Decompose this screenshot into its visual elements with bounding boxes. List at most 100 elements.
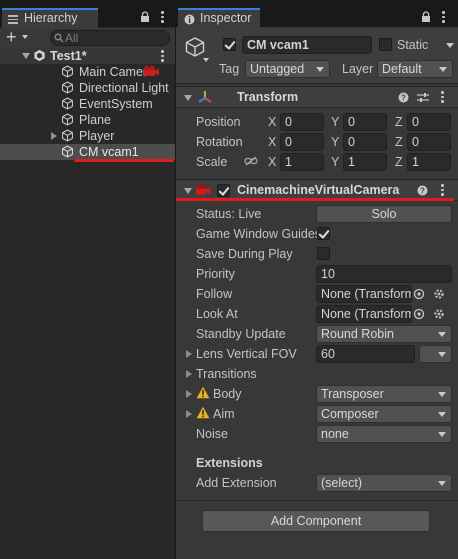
position-x-field[interactable]: 0: [280, 113, 324, 131]
extensions-heading: Extensions: [196, 456, 263, 470]
layer-dropdown[interactable]: Default: [377, 60, 453, 78]
axis-z-label[interactable]: Z: [395, 114, 403, 130]
search-icon: [54, 33, 64, 43]
transform-fold-icon[interactable]: [184, 95, 192, 101]
icon-dropdown-arrow-icon[interactable]: [203, 58, 209, 62]
hierarchy-item-main-camera[interactable]: Main Camera: [0, 64, 176, 80]
lock-icon[interactable]: [140, 11, 150, 23]
transform-icon: [198, 91, 212, 103]
hierarchy-item-eventsystem[interactable]: EventSystem: [0, 96, 176, 112]
follow-field[interactable]: None (Transform): [316, 285, 412, 303]
vcam-fold-icon[interactable]: [184, 188, 192, 194]
save-during-play-checkbox[interactable]: [317, 247, 330, 260]
object-picker-icon[interactable]: [413, 288, 425, 300]
gear-icon[interactable]: [433, 288, 445, 300]
lock-icon[interactable]: [421, 11, 431, 23]
chevron-down-icon: [438, 332, 446, 337]
aim-expand-icon[interactable]: [186, 410, 192, 418]
transitions-expand-icon[interactable]: [186, 370, 192, 378]
lens-expand-icon[interactable]: [186, 350, 192, 358]
inspector-menu-icon[interactable]: [441, 11, 445, 23]
lens-preset-dropdown[interactable]: [419, 345, 452, 363]
body-value: Transposer: [321, 387, 384, 401]
hierarchy-item-player[interactable]: Player: [0, 128, 176, 144]
vcam-enabled-checkbox[interactable]: [217, 184, 230, 197]
solo-button[interactable]: Solo: [316, 205, 452, 223]
axis-y-label[interactable]: Y: [331, 114, 339, 130]
expand-arrow-icon[interactable]: [51, 132, 57, 140]
gear-icon[interactable]: [433, 308, 445, 320]
noise-dropdown[interactable]: none: [316, 425, 452, 443]
scale-y-field[interactable]: 1: [343, 153, 387, 171]
rotation-label: Rotation: [196, 135, 243, 149]
axis-z-label[interactable]: Z: [395, 134, 403, 150]
help-icon[interactable]: ?: [417, 185, 428, 196]
lookat-field[interactable]: None (Transform): [316, 305, 412, 323]
position-z-field[interactable]: 0: [407, 113, 451, 131]
hierarchy-item-cm-vcam1[interactable]: CM vcam1: [0, 144, 176, 160]
game-window-guides-checkbox[interactable]: [317, 227, 330, 240]
add-extension-value: (select): [321, 476, 362, 490]
scale-z-field[interactable]: 1: [407, 153, 451, 171]
add-dropdown-arrow-icon[interactable]: [22, 35, 28, 39]
lens-vfov-label: Lens Vertical FOV: [196, 347, 297, 361]
body-label: Body: [213, 387, 242, 401]
body-expand-icon[interactable]: [186, 390, 192, 398]
standby-update-dropdown[interactable]: Round Robin: [316, 325, 452, 343]
inspector-tab[interactable]: Inspector: [178, 8, 260, 28]
hierarchy-item-label: Main Camera: [79, 65, 149, 79]
scene-menu-icon[interactable]: [160, 50, 164, 62]
axis-x-label[interactable]: X: [268, 154, 276, 170]
scene-row[interactable]: Test1*: [0, 48, 176, 64]
hierarchy-tab[interactable]: Hierarchy: [2, 8, 98, 28]
vcam-menu-icon[interactable]: [440, 184, 444, 196]
vcam-title: CinemachineVirtualCamera: [237, 183, 400, 197]
position-y-field[interactable]: 0: [343, 113, 387, 131]
aim-dropdown[interactable]: Composer: [316, 405, 452, 423]
hierarchy-menu-icon[interactable]: [160, 11, 164, 23]
transitions-label[interactable]: Transitions: [196, 366, 257, 382]
link-icon[interactable]: [244, 156, 258, 166]
inspector-tab-label: Inspector: [200, 11, 252, 25]
rotation-z-field[interactable]: 0: [407, 133, 451, 151]
aim-value: Composer: [321, 407, 379, 421]
axis-x-label[interactable]: X: [268, 114, 276, 130]
priority-field[interactable]: 10: [316, 265, 452, 283]
layer-value: Default: [382, 62, 422, 76]
search-placeholder: All: [65, 31, 79, 45]
body-dropdown[interactable]: Transposer: [316, 385, 452, 403]
scene-fold-icon[interactable]: [22, 53, 30, 59]
chevron-down-icon: [439, 67, 447, 72]
axis-y-label[interactable]: Y: [331, 154, 339, 170]
hierarchy-item-label: CM vcam1: [79, 145, 139, 159]
axis-y-label[interactable]: Y: [331, 134, 339, 150]
static-checkbox[interactable]: [379, 38, 392, 51]
axis-x-label[interactable]: X: [268, 134, 276, 150]
warning-icon: [196, 386, 210, 399]
static-dropdown-arrow-icon[interactable]: [446, 43, 454, 48]
add-extension-dropdown[interactable]: (select): [316, 474, 452, 492]
object-name-input[interactable]: CM vcam1: [242, 36, 372, 54]
scale-x-field[interactable]: 1: [280, 153, 324, 171]
hierarchy-item-directional-light[interactable]: Directional Light: [0, 80, 176, 96]
transform-header[interactable]: Transform ?: [176, 86, 458, 108]
tag-dropdown[interactable]: Untagged: [245, 60, 330, 78]
lens-vfov-field[interactable]: 60: [316, 345, 415, 363]
add-button[interactable]: +: [6, 27, 17, 47]
scene-name: Test1*: [50, 49, 87, 63]
game-window-guides-label: Game Window Guides: [196, 227, 317, 241]
rotation-x-field[interactable]: 0: [280, 133, 324, 151]
hierarchy-item-plane[interactable]: Plane: [0, 112, 176, 128]
rotation-y-field[interactable]: 0: [343, 133, 387, 151]
active-checkbox[interactable]: [223, 38, 236, 51]
hierarchy-item-label: EventSystem: [79, 97, 153, 111]
help-icon[interactable]: ?: [398, 92, 409, 103]
object-picker-icon[interactable]: [413, 308, 425, 320]
presets-icon[interactable]: [417, 92, 429, 103]
add-component-button[interactable]: Add Component: [202, 510, 430, 532]
gameobject-large-icon: [185, 37, 205, 57]
axis-z-label[interactable]: Z: [395, 154, 403, 170]
transform-menu-icon[interactable]: [440, 91, 444, 103]
follow-label: Follow: [196, 287, 233, 301]
hierarchy-search-input[interactable]: All: [50, 30, 170, 46]
